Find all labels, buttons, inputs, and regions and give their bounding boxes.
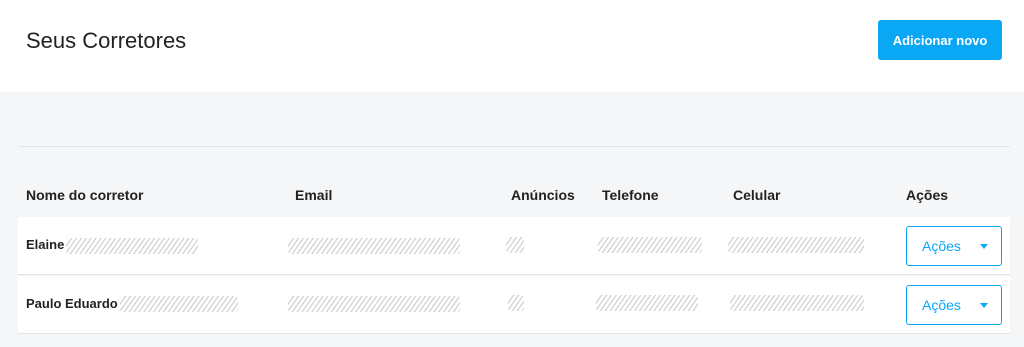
- redacted-ads-count: [508, 295, 524, 311]
- redacted-mobile: [730, 295, 864, 311]
- actions-dropdown-button[interactable]: Ações: [906, 285, 1002, 325]
- chevron-down-icon: [980, 244, 988, 249]
- redacted-ads-count: [506, 237, 524, 253]
- column-header-actions: Ações: [906, 187, 949, 203]
- actions-label: Ações: [922, 297, 961, 313]
- actions-dropdown-button[interactable]: Ações: [906, 226, 1002, 266]
- divider: [18, 146, 1010, 147]
- redacted-phone: [598, 237, 702, 253]
- redacted-surname: [66, 238, 198, 254]
- broker-name: Paulo Eduardo: [26, 296, 118, 311]
- redacted-email: [288, 296, 460, 312]
- actions-label: Ações: [922, 238, 961, 254]
- redacted-phone: [596, 295, 698, 311]
- redacted-email: [288, 238, 460, 254]
- column-header-phone[interactable]: Telefone: [602, 187, 659, 203]
- table-row: Elaine Ações: [18, 217, 1010, 275]
- chevron-down-icon: [980, 303, 988, 308]
- page-title: Seus Corretores: [26, 28, 187, 53]
- table-row: Paulo Eduardo Ações: [18, 276, 1010, 334]
- column-header-ads[interactable]: Anúncios: [511, 187, 575, 203]
- column-header-name[interactable]: Nome do corretor: [26, 187, 143, 203]
- redacted-mobile: [728, 237, 864, 253]
- column-header-email[interactable]: Email: [295, 187, 332, 203]
- page-header: Seus Corretores Adicionar novo: [0, 0, 1024, 92]
- redacted-surname: [120, 296, 238, 312]
- broker-name: Elaine: [26, 237, 65, 252]
- column-header-mobile: Celular: [733, 187, 781, 203]
- add-new-button[interactable]: Adicionar novo: [878, 20, 1002, 60]
